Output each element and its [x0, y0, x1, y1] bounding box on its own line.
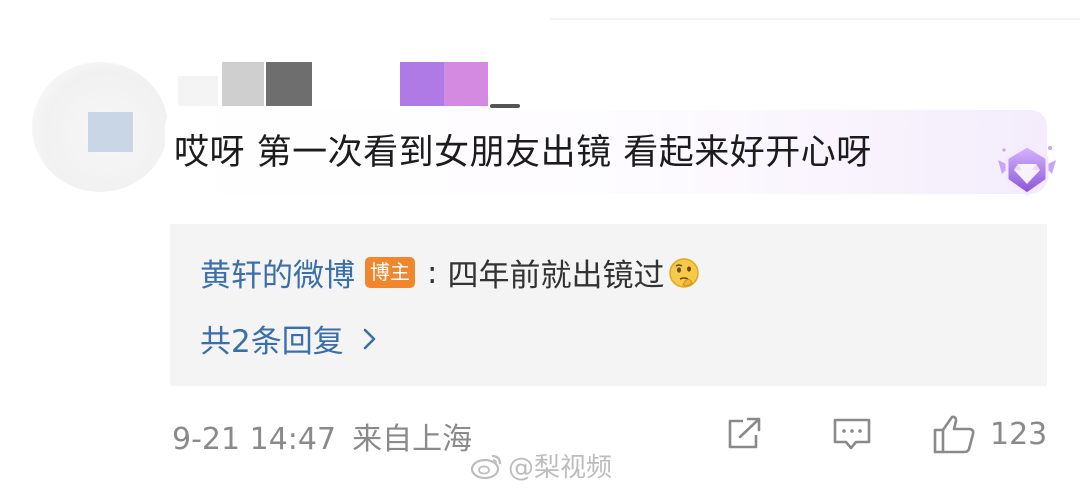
watermark: @梨视频: [470, 447, 612, 484]
username-blur-segment: [444, 62, 488, 106]
username-blur-segment: [178, 76, 218, 106]
like-count: 123: [990, 416, 1048, 452]
more-replies-link[interactable]: 共2条回复: [200, 316, 378, 361]
reply-box: [170, 224, 1047, 386]
comment-icon: [833, 418, 871, 450]
reply-author-link[interactable]: 黄轩的微博: [200, 250, 355, 295]
comment-text: 哎呀 第一次看到女朋友出镜 看起来好开心呀: [174, 133, 872, 173]
share-button[interactable]: [725, 414, 765, 454]
reply-line: 黄轩的微博 博主 : 四年前就出镜过: [200, 250, 700, 295]
owner-tag: 博主: [365, 257, 415, 288]
share-icon: [728, 417, 761, 449]
watermark-text: @梨视频: [508, 453, 613, 483]
username-blur-segment: [222, 62, 264, 106]
footer-meta: 9-21 14:47 来自上海: [172, 414, 472, 458]
top-divider: [550, 18, 1080, 20]
weibo-logo-icon: [470, 454, 502, 479]
comment-button[interactable]: [832, 414, 872, 454]
thumbs-up-icon: [933, 415, 975, 454]
chevron-right-icon: [363, 328, 376, 349]
avatar-blur-patch: [88, 112, 133, 152]
username-blur-segment: [400, 62, 444, 106]
username-blur-segment: [266, 62, 312, 106]
username-blur-segment: [490, 104, 520, 108]
more-replies-label: 共2条回复: [200, 324, 344, 360]
like-button[interactable]: 123: [932, 414, 1047, 454]
comment-location: 来自上海: [352, 422, 473, 457]
thinking-emoji-icon: [669, 257, 700, 288]
diamond-badge-icon: [998, 144, 1056, 196]
reply-text: 四年前就出镜过: [447, 258, 665, 294]
comment-time: 9-21 14:47: [172, 422, 337, 457]
reply-colon: :: [427, 254, 438, 291]
